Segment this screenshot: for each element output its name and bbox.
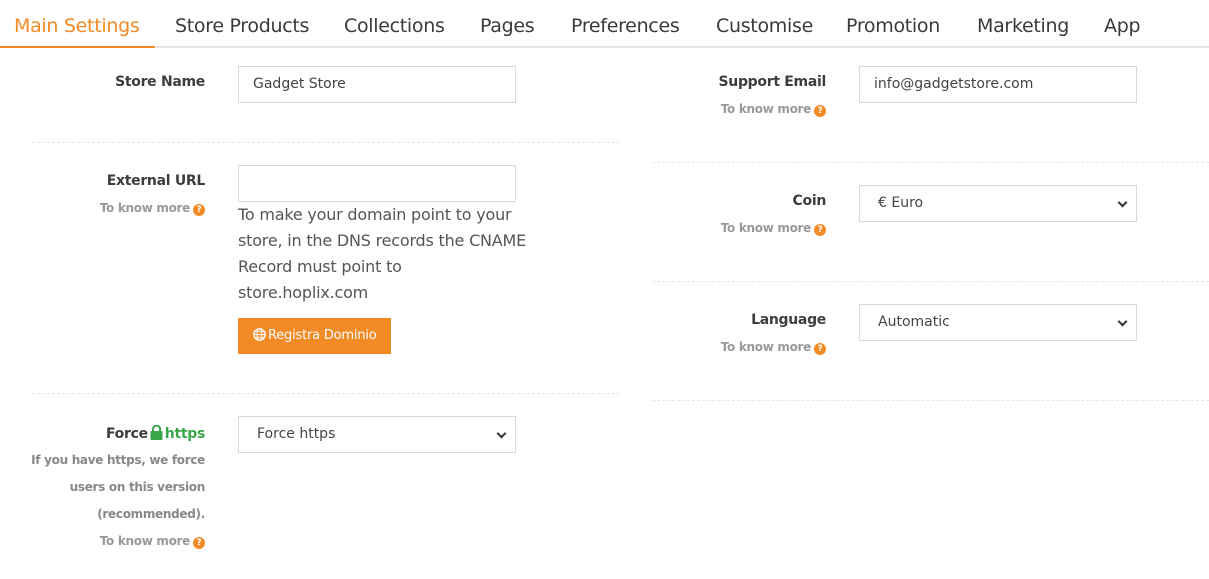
support-email-label: Support Email	[718, 74, 827, 90]
know-more-text[interactable]: To know more	[100, 201, 191, 215]
chevron-down-icon	[496, 428, 507, 439]
lock-icon	[150, 425, 163, 440]
support-email-know-more[interactable]: To know more?	[721, 102, 826, 117]
force-https-description: If you have https, we force users on thi…	[31, 453, 205, 521]
globe-icon	[253, 328, 266, 341]
force-label-text: Force	[105, 426, 148, 442]
tab-collections[interactable]: Collections	[344, 15, 445, 37]
register-domain-button[interactable]: Registra Dominio	[238, 318, 392, 354]
divider	[652, 162, 1209, 163]
tab-marketing[interactable]: Marketing	[977, 15, 1069, 37]
language-select[interactable]: Automatic	[859, 304, 1137, 341]
store-name-label: Store Name	[115, 74, 205, 90]
language-label: Language	[751, 312, 826, 328]
question-circle-icon[interactable]: ?	[193, 537, 205, 549]
external-url-input[interactable]	[238, 165, 516, 202]
divider	[32, 393, 620, 394]
tab-promotion[interactable]: Promotion	[846, 15, 940, 37]
tab-preferences[interactable]: Preferences	[571, 15, 680, 37]
know-more-text[interactable]: To know more	[100, 534, 191, 548]
support-email-input[interactable]: info@gadgetstore.com	[859, 66, 1137, 103]
chevron-down-icon	[1117, 197, 1128, 208]
coin-know-more[interactable]: To know more?	[721, 221, 826, 236]
force-https-select[interactable]: Force https	[238, 416, 516, 453]
divider	[652, 281, 1209, 282]
settings-tabs: Main Settings Store Products Collections…	[0, 0, 1209, 48]
question-circle-icon[interactable]: ?	[814, 224, 826, 236]
language-know-more[interactable]: To know more?	[721, 340, 826, 355]
tab-customise[interactable]: Customise	[716, 15, 813, 37]
force-https-selected: Force https	[257, 426, 336, 442]
register-domain-label[interactable]: Registra Dominio	[268, 328, 377, 343]
dns-instructions: To make your domain point to your store,…	[238, 205, 527, 302]
external-url-know-more[interactable]: To know more?	[100, 201, 205, 216]
store-name-input[interactable]: Gadget Store	[238, 66, 516, 103]
force-https-label: Force https	[106, 425, 205, 442]
external-url-label: External URL	[106, 173, 206, 189]
know-more-text[interactable]: To know more	[721, 340, 812, 354]
divider	[652, 400, 1209, 401]
coin-selected: € Euro	[878, 195, 924, 211]
chevron-down-icon	[1117, 316, 1128, 327]
know-more-text[interactable]: To know more	[721, 102, 812, 116]
tab-pages[interactable]: Pages	[480, 15, 535, 37]
question-circle-icon[interactable]: ?	[814, 105, 826, 117]
force-https-know-more[interactable]: To know more?	[100, 534, 205, 549]
https-label-text: https	[164, 426, 206, 442]
know-more-text[interactable]: To know more	[721, 221, 812, 235]
question-circle-icon[interactable]: ?	[814, 343, 826, 355]
question-circle-icon[interactable]: ?	[193, 204, 205, 216]
tab-app[interactable]: App	[1104, 15, 1141, 37]
language-selected: Automatic	[878, 314, 950, 330]
coin-label: Coin	[792, 193, 827, 209]
tab-main-settings[interactable]: Main Settings	[14, 15, 140, 37]
active-tab-indicator	[0, 46, 155, 48]
coin-select[interactable]: € Euro	[859, 185, 1137, 222]
divider	[32, 142, 620, 143]
tab-store-products[interactable]: Store Products	[175, 15, 309, 37]
